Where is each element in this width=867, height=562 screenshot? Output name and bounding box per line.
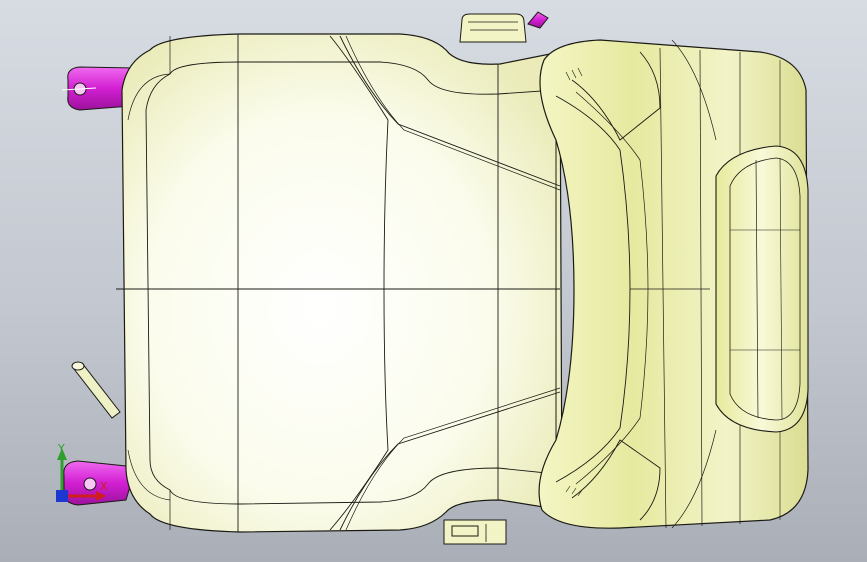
triad-x-axis-label: X (100, 480, 108, 493)
triad-y-axis-label: Y (57, 442, 65, 455)
seat-model-canvas[interactable]: Y X (0, 0, 867, 562)
armrest (715, 145, 809, 433)
cad-graphics-viewport[interactable]: Y X (0, 0, 867, 562)
bottom-latch-clip (443, 519, 507, 545)
adjustment-lever (71, 361, 121, 419)
top-pink-tab (527, 11, 549, 29)
top-latch-clip (459, 13, 527, 43)
seat-cushion (116, 33, 563, 533)
